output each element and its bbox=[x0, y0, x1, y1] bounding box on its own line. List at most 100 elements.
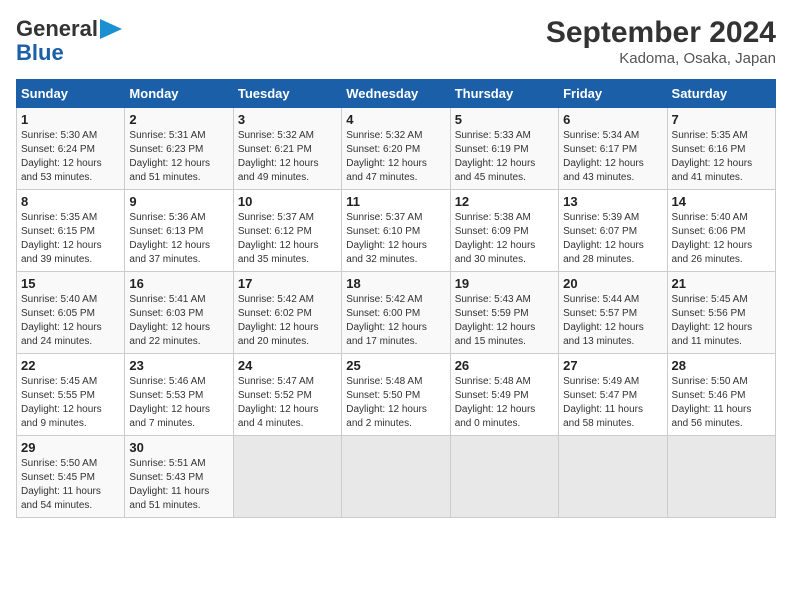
day-info: Sunrise: 5:36 AM Sunset: 6:13 PM Dayligh… bbox=[129, 211, 228, 267]
day-number: 2 bbox=[129, 112, 228, 127]
calendar-title-block: September 2024 Kadoma, Osaka, Japan bbox=[546, 16, 776, 67]
day-number: 29 bbox=[21, 440, 120, 455]
day-info: Sunrise: 5:50 AM Sunset: 5:46 PM Dayligh… bbox=[672, 375, 771, 431]
day-number: 8 bbox=[21, 194, 120, 209]
table-row: 14Sunrise: 5:40 AM Sunset: 6:06 PM Dayli… bbox=[667, 190, 775, 272]
table-row: 22Sunrise: 5:45 AM Sunset: 5:55 PM Dayli… bbox=[17, 354, 125, 436]
day-number: 13 bbox=[563, 194, 662, 209]
day-number: 15 bbox=[21, 276, 120, 291]
day-info: Sunrise: 5:30 AM Sunset: 6:24 PM Dayligh… bbox=[21, 129, 120, 185]
header-sunday: Sunday bbox=[17, 80, 125, 108]
table-row bbox=[233, 436, 341, 518]
day-number: 11 bbox=[346, 194, 445, 209]
table-row: 4Sunrise: 5:32 AM Sunset: 6:20 PM Daylig… bbox=[342, 108, 450, 190]
table-row: 2 Sunrise: 5:31 AM Sunset: 6:23 PM Daylig… bbox=[125, 108, 233, 190]
table-row: 24 Sunrise: 5:47 AM Sunset: 5:52 PM Dayli… bbox=[233, 354, 341, 436]
day-number: 26 bbox=[455, 358, 554, 373]
day-number: 23 bbox=[129, 358, 228, 373]
day-info: Sunrise: 5:35 AM Sunset: 6:15 PM Dayligh… bbox=[21, 211, 120, 267]
day-info: Sunrise: 5:31 AM Sunset: 6:23 PM Dayligh… bbox=[129, 129, 228, 185]
table-row: 13 Sunrise: 5:39 AM Sunset: 6:07 PM Dayli… bbox=[559, 190, 667, 272]
day-number: 24 bbox=[238, 358, 337, 373]
table-row: 21 Sunrise: 5:45 AM Sunset: 5:56 PM Dayli… bbox=[667, 272, 775, 354]
logo: General Blue bbox=[16, 16, 122, 64]
table-row: 16 Sunrise: 5:41 AM Sunset: 6:03 PM Dayli… bbox=[125, 272, 233, 354]
page-header: General Blue September 2024 Kadoma, Osak… bbox=[16, 16, 776, 67]
day-info: Sunrise: 5:39 AM Sunset: 6:07 PM Dayligh… bbox=[563, 211, 662, 267]
header-friday: Friday bbox=[559, 80, 667, 108]
day-info: Sunrise: 5:40 AM Sunset: 6:05 PM Dayligh… bbox=[21, 293, 120, 349]
header-wednesday: Wednesday bbox=[342, 80, 450, 108]
day-number: 17 bbox=[238, 276, 337, 291]
calendar-table: Sunday Monday Tuesday Wednesday Thursday… bbox=[16, 79, 776, 518]
table-row: 11 Sunrise: 5:37 AM Sunset: 6:10 PM Dayli… bbox=[342, 190, 450, 272]
day-number: 5 bbox=[455, 112, 554, 127]
calendar-week-row: 15 Sunrise: 5:40 AM Sunset: 6:05 PM Dayli… bbox=[17, 272, 776, 354]
header-tuesday: Tuesday bbox=[233, 80, 341, 108]
day-info: Sunrise: 5:47 AM Sunset: 5:52 PM Dayligh… bbox=[238, 375, 337, 431]
day-number: 1 bbox=[21, 112, 120, 127]
table-row bbox=[450, 436, 558, 518]
table-row bbox=[667, 436, 775, 518]
day-info: Sunrise: 5:51 AM Sunset: 5:43 PM Dayligh… bbox=[129, 457, 228, 513]
day-info: Sunrise: 5:48 AM Sunset: 5:49 PM Dayligh… bbox=[455, 375, 554, 431]
table-row: 26 Sunrise: 5:48 AM Sunset: 5:49 PM Dayli… bbox=[450, 354, 558, 436]
day-info: Sunrise: 5:32 AM Sunset: 6:21 PM Dayligh… bbox=[238, 129, 337, 185]
calendar-location: Kadoma, Osaka, Japan bbox=[546, 50, 776, 67]
day-info: Sunrise: 5:35 AM Sunset: 6:16 PM Dayligh… bbox=[672, 129, 771, 185]
header-saturday: Saturday bbox=[667, 80, 775, 108]
calendar-month-year: September 2024 bbox=[546, 16, 776, 50]
logo-text-general: General bbox=[16, 16, 98, 42]
table-row: 10Sunrise: 5:37 AM Sunset: 6:12 PM Dayli… bbox=[233, 190, 341, 272]
table-row bbox=[342, 436, 450, 518]
day-info: Sunrise: 5:45 AM Sunset: 5:56 PM Dayligh… bbox=[672, 293, 771, 349]
day-info: Sunrise: 5:50 AM Sunset: 5:45 PM Dayligh… bbox=[21, 457, 120, 513]
calendar-week-row: 22Sunrise: 5:45 AM Sunset: 5:55 PM Dayli… bbox=[17, 354, 776, 436]
table-row: 30 Sunrise: 5:51 AM Sunset: 5:43 PM Dayli… bbox=[125, 436, 233, 518]
day-number: 7 bbox=[672, 112, 771, 127]
calendar-header-row: Sunday Monday Tuesday Wednesday Thursday… bbox=[17, 80, 776, 108]
day-info: Sunrise: 5:43 AM Sunset: 5:59 PM Dayligh… bbox=[455, 293, 554, 349]
day-number: 16 bbox=[129, 276, 228, 291]
day-number: 19 bbox=[455, 276, 554, 291]
table-row: 28 Sunrise: 5:50 AM Sunset: 5:46 PM Dayli… bbox=[667, 354, 775, 436]
table-row: 18 Sunrise: 5:42 AM Sunset: 6:00 PM Dayli… bbox=[342, 272, 450, 354]
day-info: Sunrise: 5:38 AM Sunset: 6:09 PM Dayligh… bbox=[455, 211, 554, 267]
table-row: 20 Sunrise: 5:44 AM Sunset: 5:57 PM Dayli… bbox=[559, 272, 667, 354]
day-info: Sunrise: 5:42 AM Sunset: 6:00 PM Dayligh… bbox=[346, 293, 445, 349]
logo-text-blue: Blue bbox=[16, 42, 64, 64]
table-row: 12 Sunrise: 5:38 AM Sunset: 6:09 PM Dayli… bbox=[450, 190, 558, 272]
day-info: Sunrise: 5:41 AM Sunset: 6:03 PM Dayligh… bbox=[129, 293, 228, 349]
calendar-week-row: 1 Sunrise: 5:30 AM Sunset: 6:24 PM Daylig… bbox=[17, 108, 776, 190]
day-number: 12 bbox=[455, 194, 554, 209]
header-thursday: Thursday bbox=[450, 80, 558, 108]
day-number: 28 bbox=[672, 358, 771, 373]
table-row: 6Sunrise: 5:34 AM Sunset: 6:17 PM Daylig… bbox=[559, 108, 667, 190]
day-number: 27 bbox=[563, 358, 662, 373]
table-row: 7 Sunrise: 5:35 AM Sunset: 6:16 PM Daylig… bbox=[667, 108, 775, 190]
day-info: Sunrise: 5:44 AM Sunset: 5:57 PM Dayligh… bbox=[563, 293, 662, 349]
day-info: Sunrise: 5:42 AM Sunset: 6:02 PM Dayligh… bbox=[238, 293, 337, 349]
day-number: 22 bbox=[21, 358, 120, 373]
table-row: 23Sunrise: 5:46 AM Sunset: 5:53 PM Dayli… bbox=[125, 354, 233, 436]
day-number: 20 bbox=[563, 276, 662, 291]
day-number: 21 bbox=[672, 276, 771, 291]
day-number: 4 bbox=[346, 112, 445, 127]
header-monday: Monday bbox=[125, 80, 233, 108]
day-info: Sunrise: 5:37 AM Sunset: 6:10 PM Dayligh… bbox=[346, 211, 445, 267]
day-number: 18 bbox=[346, 276, 445, 291]
day-info: Sunrise: 5:33 AM Sunset: 6:19 PM Dayligh… bbox=[455, 129, 554, 185]
calendar-week-row: 8 Sunrise: 5:35 AM Sunset: 6:15 PM Daylig… bbox=[17, 190, 776, 272]
calendar-week-row: 29 Sunrise: 5:50 AM Sunset: 5:45 PM Dayli… bbox=[17, 436, 776, 518]
day-number: 30 bbox=[129, 440, 228, 455]
day-number: 9 bbox=[129, 194, 228, 209]
table-row: 3Sunrise: 5:32 AM Sunset: 6:21 PM Daylig… bbox=[233, 108, 341, 190]
day-number: 25 bbox=[346, 358, 445, 373]
day-info: Sunrise: 5:49 AM Sunset: 5:47 PM Dayligh… bbox=[563, 375, 662, 431]
day-number: 6 bbox=[563, 112, 662, 127]
table-row: 9 Sunrise: 5:36 AM Sunset: 6:13 PM Daylig… bbox=[125, 190, 233, 272]
day-info: Sunrise: 5:37 AM Sunset: 6:12 PM Dayligh… bbox=[238, 211, 337, 267]
logo-arrow-icon bbox=[100, 19, 122, 39]
table-row: 1 Sunrise: 5:30 AM Sunset: 6:24 PM Daylig… bbox=[17, 108, 125, 190]
table-row: 8 Sunrise: 5:35 AM Sunset: 6:15 PM Daylig… bbox=[17, 190, 125, 272]
